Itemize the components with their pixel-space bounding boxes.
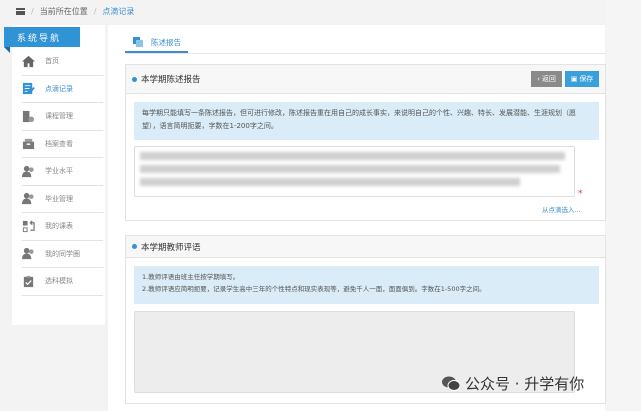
user-icon xyxy=(22,165,34,177)
home-icon xyxy=(22,55,35,67)
report-instructions: 每学期只能填写一条陈述报告，但可进行修改，陈述报告重在用自己的成长事实，来说明自… xyxy=(134,102,599,140)
tab-divider xyxy=(125,53,606,54)
breadcrumb: / 当前所在位置 / 点滴记录 xyxy=(16,0,134,22)
sidebar-item-academic[interactable]: 学业水平 xyxy=(22,158,103,186)
sidebar-item-records[interactable]: 点滴记录 xyxy=(22,76,103,103)
comment-instructions: 1.教师评语由班主任按学期填写。 2.教师评语应简明扼要，记录学生高中三年的个性… xyxy=(134,266,599,304)
sidebar-item-subject-sim[interactable]: 选科模拟 xyxy=(22,268,103,296)
report-panel: 本学期陈述报告 ‹ 返回 ▣ 保存 每学期只能填写一条陈述报告，但可进行修改，陈述报… xyxy=(125,64,606,221)
panel-header: 本学期教师评语 xyxy=(126,236,605,258)
sidebar-nav: 首页 点滴记录 课程管理 档案查看 学业水平 毕业管理 我的课表 我的同学圈 选… xyxy=(22,48,103,296)
sidebar-title: 系统导航 xyxy=(4,27,80,53)
sidebar-item-home[interactable]: 首页 xyxy=(22,48,103,76)
user-icon xyxy=(22,248,34,260)
save-icon: ▣ xyxy=(570,75,578,83)
sidebar-item-schedule[interactable]: 我的课表 xyxy=(22,213,103,241)
panel-title: 本学期教师评语 xyxy=(141,242,201,253)
breadcrumb-current: 点滴记录 xyxy=(102,6,135,16)
edit-icon xyxy=(22,83,35,95)
save-button[interactable]: ▣ 保存 xyxy=(565,71,599,87)
tab-statement-report[interactable]: 陈述报告 xyxy=(125,33,188,53)
schedule-icon xyxy=(22,220,35,232)
required-mark: * xyxy=(578,189,583,199)
chevron-left-icon: ‹ xyxy=(537,75,540,83)
clipboard-icon xyxy=(23,275,34,287)
sidebar-item-courses[interactable]: 课程管理 xyxy=(22,103,103,131)
menu-icon[interactable] xyxy=(16,7,25,15)
wechat-icon xyxy=(442,376,460,391)
bullet-icon xyxy=(132,76,137,82)
sidebar-item-archive[interactable]: 档案查看 xyxy=(22,131,103,158)
back-button[interactable]: ‹ 返回 xyxy=(531,71,562,87)
user-icon xyxy=(22,193,34,205)
panel-title: 本学期陈述报告 xyxy=(141,75,201,85)
report-textarea[interactable] xyxy=(134,146,575,197)
page-margin xyxy=(605,0,641,411)
document-icon xyxy=(133,37,143,47)
sidebar-item-classmates[interactable]: 我的同学圈 xyxy=(22,241,103,268)
archive-icon xyxy=(22,139,35,150)
watermark: 公众号 · 升学有你 xyxy=(442,373,584,394)
bullet-icon xyxy=(132,244,137,249)
breadcrumb-item[interactable]: 当前所在位置 xyxy=(40,6,88,17)
sidebar-item-graduation[interactable]: 毕业管理 xyxy=(22,186,103,213)
select-from-records-link[interactable]: 从点滴选入... xyxy=(542,204,581,214)
course-icon xyxy=(22,110,35,122)
